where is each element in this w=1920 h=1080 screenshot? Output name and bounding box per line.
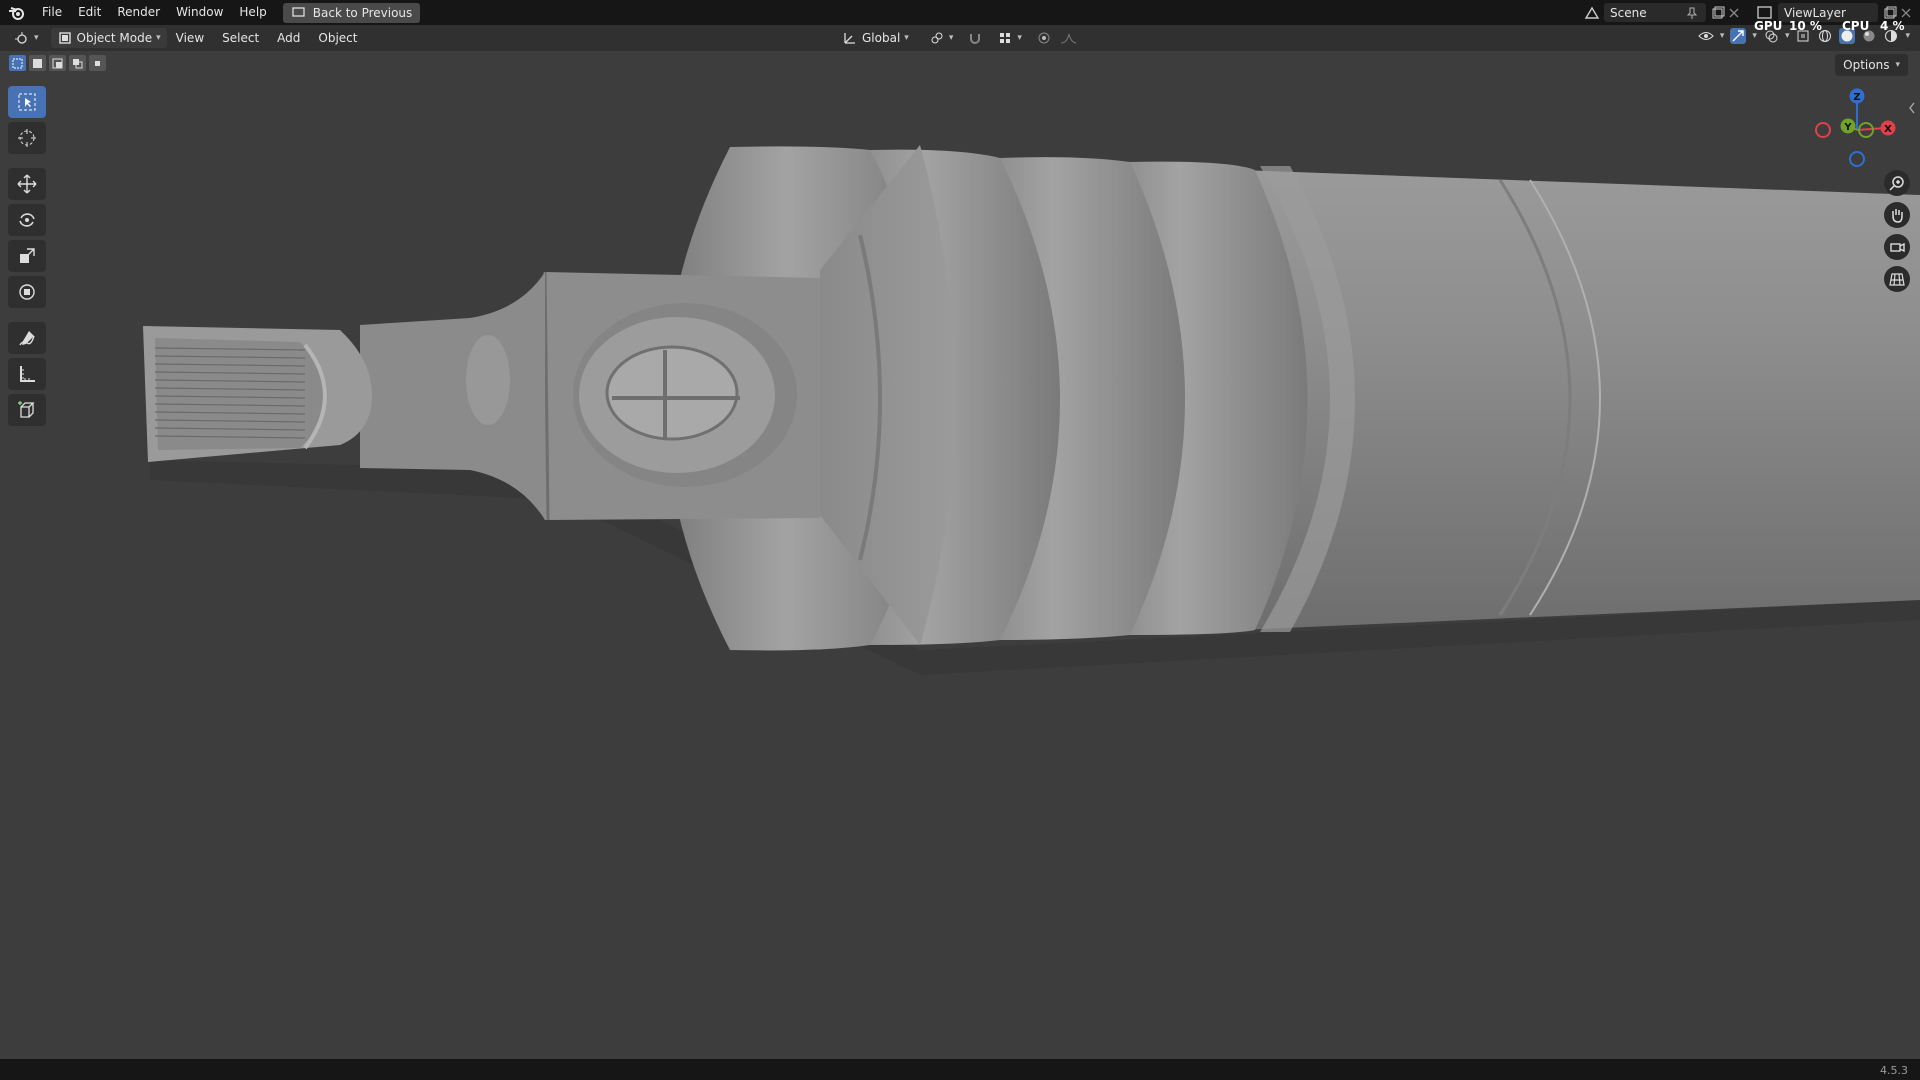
navigation-gizmo[interactable]: Z X Y bbox=[1806, 84, 1906, 174]
axis-z-label: Z bbox=[1853, 92, 1860, 103]
measure-tool-icon[interactable] bbox=[8, 358, 46, 390]
zoom-icon[interactable] bbox=[1884, 170, 1910, 196]
select-new-icon[interactable] bbox=[9, 55, 26, 71]
pan-hand-icon[interactable] bbox=[1884, 202, 1910, 228]
options-label: Options bbox=[1843, 58, 1890, 72]
select-box-tool-icon[interactable] bbox=[8, 86, 46, 118]
annotate-tool-icon[interactable] bbox=[8, 322, 46, 354]
scale-tool-icon[interactable] bbox=[8, 240, 46, 272]
chevron-down-icon: ▾ bbox=[1895, 60, 1900, 70]
select-extend-icon[interactable] bbox=[29, 55, 46, 71]
axis-x-label: X bbox=[1884, 124, 1892, 135]
transform-tool-icon[interactable] bbox=[8, 276, 46, 308]
selection-mode-buttons bbox=[9, 55, 106, 71]
viewport-3d-model[interactable] bbox=[0, 0, 1920, 1080]
select-intersect-icon[interactable] bbox=[89, 55, 106, 71]
select-subtract-icon[interactable] bbox=[49, 55, 66, 71]
axis-y-label: Y bbox=[1843, 122, 1852, 133]
version-label: 4.5.3 bbox=[1880, 1064, 1908, 1077]
camera-view-icon[interactable] bbox=[1884, 234, 1910, 260]
axis-neg-x-handle[interactable] bbox=[1815, 122, 1831, 138]
view-navigation-buttons bbox=[1884, 170, 1910, 292]
perspective-grid-icon[interactable] bbox=[1884, 266, 1910, 292]
rotate-tool-icon[interactable] bbox=[8, 204, 46, 236]
sidebar-toggle-chevron-icon[interactable] bbox=[1904, 100, 1920, 116]
add-cube-tool-icon[interactable] bbox=[8, 394, 46, 426]
select-invert-icon[interactable] bbox=[69, 55, 86, 71]
axis-neg-z-handle[interactable] bbox=[1849, 151, 1865, 167]
cursor-tool-icon[interactable] bbox=[8, 122, 46, 154]
move-tool-icon[interactable] bbox=[8, 168, 46, 200]
status-bar: 4.5.3 bbox=[0, 1059, 1920, 1080]
tool-shelf bbox=[8, 86, 46, 426]
options-dropdown[interactable]: Options ▾ bbox=[1835, 54, 1908, 76]
